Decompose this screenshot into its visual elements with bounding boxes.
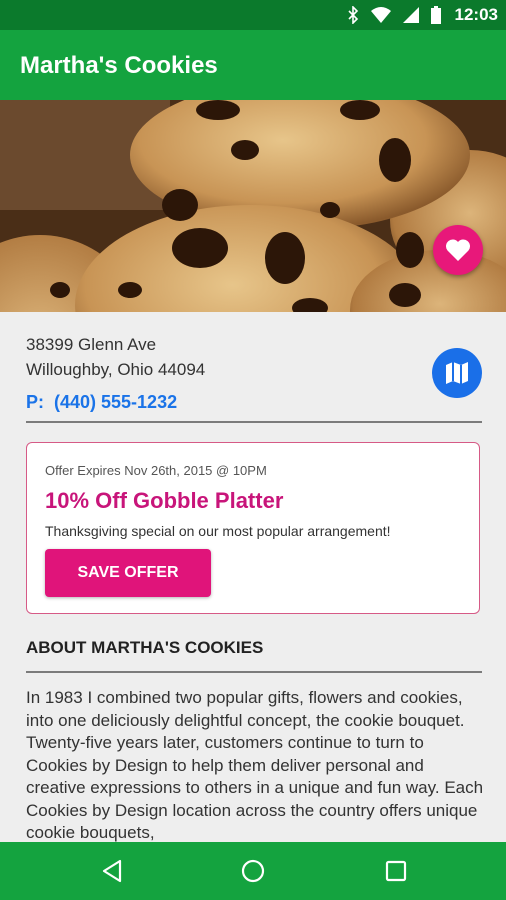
app-title: Martha's Cookies	[20, 52, 218, 79]
wifi-icon	[370, 7, 391, 23]
navigation-bar	[0, 842, 506, 900]
about-text: In 1983 I combined two popular gifts, fl…	[26, 688, 484, 842]
recents-button[interactable]	[381, 856, 411, 886]
favorite-button[interactable]	[433, 225, 483, 275]
divider	[26, 421, 482, 423]
phone-prefix: P:	[26, 392, 44, 412]
home-circle-icon	[241, 859, 265, 883]
home-button[interactable]	[238, 856, 268, 886]
back-triangle-icon	[102, 859, 122, 883]
address-line2: Willoughby, Ohio 44094	[26, 360, 206, 379]
bluetooth-icon	[347, 6, 358, 24]
about-heading: ABOUT MARTHA'S COOKIES	[26, 638, 264, 657]
hero-image	[0, 100, 506, 312]
address-line1: 38399 Glenn Ave	[26, 335, 157, 354]
back-button[interactable]	[97, 856, 127, 886]
app-bar: Martha's Cookies	[0, 30, 506, 100]
offer-card: Offer Expires Nov 26th, 2015 @ 10PM 10% …	[26, 442, 480, 614]
offer-title: 10% Off Gobble Platter	[45, 488, 284, 513]
phone-number: (440) 555-1232	[54, 392, 178, 412]
address: 38399 Glenn Ave Willoughby, Ohio 44094	[26, 332, 205, 382]
offer-expires: Offer Expires Nov 26th, 2015 @ 10PM	[45, 463, 267, 478]
save-offer-button[interactable]: SAVE OFFER	[45, 549, 211, 597]
cookies-photo	[0, 100, 506, 312]
divider	[26, 671, 482, 673]
battery-icon	[430, 6, 441, 24]
offer-description: Thanksgiving special on our most popular…	[45, 523, 391, 539]
map-icon	[446, 362, 468, 384]
status-icons: 12:03	[347, 5, 498, 25]
recents-square-icon	[385, 860, 407, 882]
heart-icon	[445, 239, 471, 261]
map-button[interactable]	[432, 348, 482, 398]
signal-icon	[402, 7, 419, 23]
clock: 12:03	[454, 5, 498, 24]
phone-link[interactable]: P: (440) 555-1232	[26, 392, 177, 413]
status-bar: 12:03	[0, 0, 506, 30]
